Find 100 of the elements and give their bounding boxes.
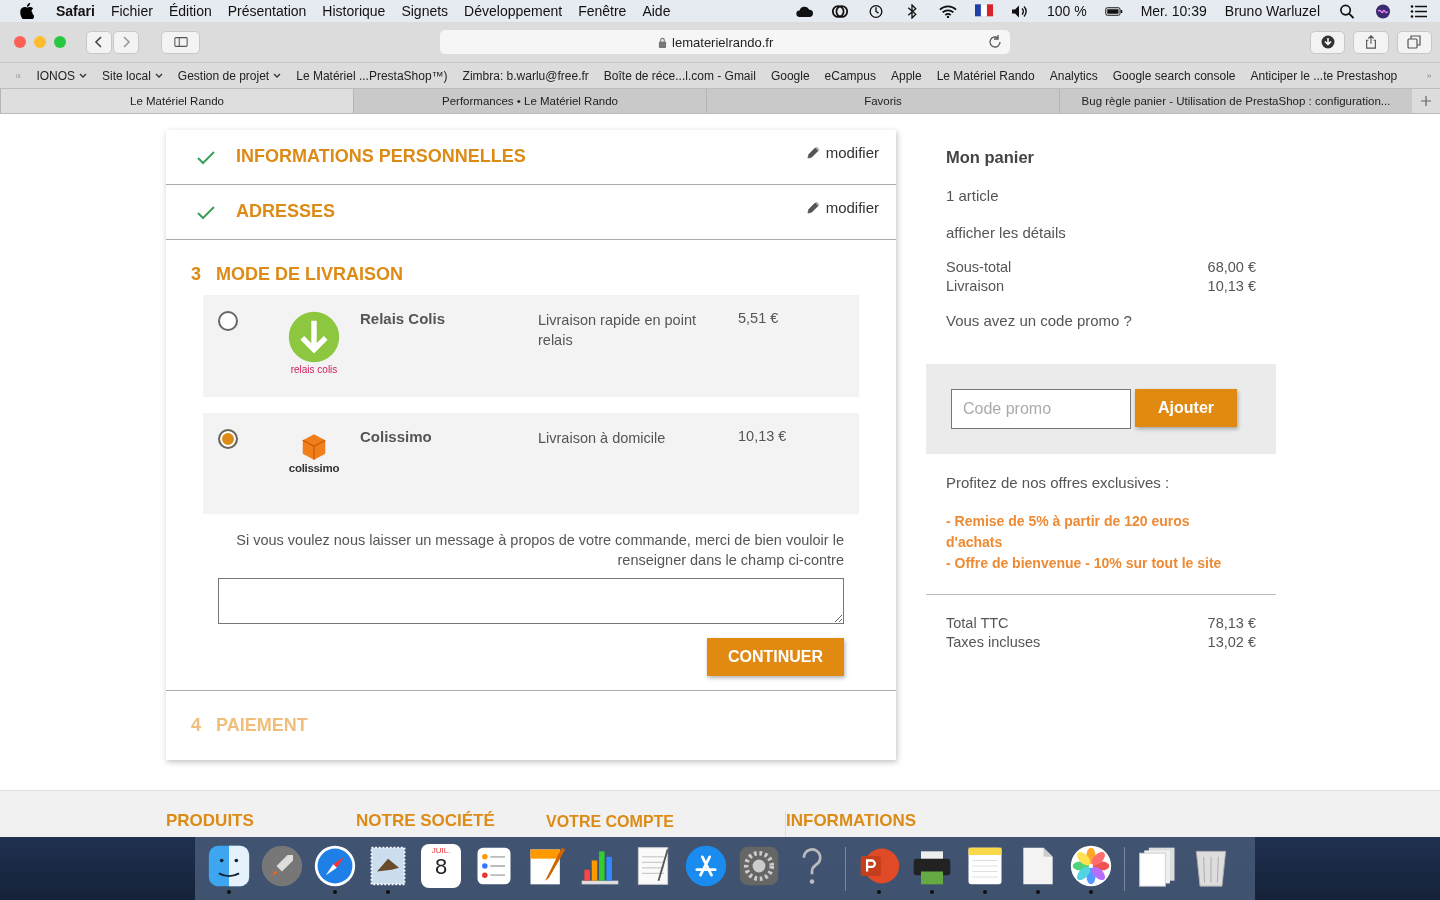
browser-tab[interactable]: Bug règle panier - Utilisation de PrestaShop : configuration... xyxy=(1059,89,1412,113)
carrier-name: Relais Colis xyxy=(359,310,447,327)
message-label: Si vous voulez nous laisser un message à propos de votre commande, merci de bien vouloir le renseigner dans le champ ci-contre xyxy=(235,531,844,570)
clock-text[interactable]: Mer. 10:39 xyxy=(1140,3,1207,19)
download-icon xyxy=(1320,35,1335,49)
bookmark-item[interactable]: Gestion de projet xyxy=(177,68,282,83)
face-icon[interactable] xyxy=(207,843,251,888)
carrier-option[interactable]: colissimo Colissimo Livraison à domicile 10,13 € xyxy=(203,413,859,514)
offer-text: - Remise de 5% à partir de 120 euros d'achats xyxy=(946,512,1191,552)
downloads-button[interactable] xyxy=(1310,30,1346,54)
browser-tab[interactable]: Favoris xyxy=(706,89,1059,113)
menu-item[interactable]: Développement xyxy=(464,3,563,19)
step-title: 3 MODE DE LIVRAISON xyxy=(190,264,405,285)
promo-question[interactable]: Vous avez un code promo ? xyxy=(946,312,1256,329)
offers-title: Profitez de nos offres exclusives : xyxy=(946,474,1171,491)
bookmark-item[interactable]: Site local xyxy=(102,68,163,83)
step-title: 4 PAIEMENT xyxy=(190,714,309,737)
wifi-icon[interactable] xyxy=(938,3,957,19)
logo-text: relais colis xyxy=(290,364,338,375)
footer-heading: VOTRE COMPTE xyxy=(546,813,675,832)
battery-percentage: 100 % xyxy=(1046,3,1087,19)
check-icon xyxy=(196,150,216,166)
reload-icon[interactable] xyxy=(988,35,1003,49)
chevron-left-icon xyxy=(94,35,104,49)
search-icon[interactable] xyxy=(1338,3,1356,19)
share-icon xyxy=(1364,35,1379,49)
logo-text: colissimo xyxy=(288,462,340,474)
pencil-icon xyxy=(806,201,820,214)
user-name[interactable]: Bruno Warluzel xyxy=(1224,3,1320,19)
rings-icon[interactable] xyxy=(830,3,849,19)
calendar-month: JUIL. xyxy=(431,845,451,855)
list-icon[interactable] xyxy=(1410,3,1428,19)
bookmark-item[interactable]: Google xyxy=(770,68,810,83)
radio-button[interactable] xyxy=(218,311,238,331)
menu-item[interactable]: Aide xyxy=(642,3,671,19)
bookmark-item[interactable]: Zimbra: b.warlu@free.fr xyxy=(462,68,589,83)
total-label: Total TTC xyxy=(946,615,1009,631)
menu-item[interactable]: Fenêtre xyxy=(578,3,627,19)
lock-icon xyxy=(658,36,668,48)
carrier-description: Livraison à domicile xyxy=(538,429,667,448)
bookmark-item[interactable]: Anticiper le ...te Prestashop xyxy=(1250,68,1398,83)
app-store-icon[interactable] xyxy=(684,843,728,888)
sidebar-button[interactable] xyxy=(161,30,201,54)
menu-item[interactable]: Édition xyxy=(168,3,212,19)
menu-item[interactable]: Fichier xyxy=(110,3,153,19)
bookmark-item[interactable]: Apple xyxy=(890,68,922,83)
plus-icon[interactable] xyxy=(1420,95,1432,107)
apple-icon[interactable] xyxy=(20,3,34,19)
app-menu[interactable]: Safari xyxy=(56,3,95,19)
carrier-name: Colissimo xyxy=(359,428,433,445)
bookmark-item[interactable]: Le Matériel ...PrestaShop™) xyxy=(296,68,448,83)
radio-button[interactable] xyxy=(218,429,238,449)
sidebar-icon xyxy=(173,35,188,49)
offer-text: - Offre de bienvenue - 10% sur tout le site xyxy=(946,554,1223,573)
item-count: 1 article xyxy=(946,187,1000,204)
menu-item[interactable]: Signets xyxy=(401,3,449,19)
calendar-icon[interactable]: JUIL. 8 xyxy=(421,843,461,888)
menu-item[interactable]: Présentation xyxy=(227,3,307,19)
line-label: Sous-total xyxy=(946,259,1012,275)
flag-icon[interactable] xyxy=(974,3,993,19)
bookmark-item[interactable]: Boîte de réce...l.com - Gmail xyxy=(603,68,756,83)
speaker-icon[interactable] xyxy=(1010,3,1029,19)
message-field[interactable] xyxy=(218,578,844,624)
edit-link[interactable]: modifier xyxy=(806,199,879,216)
siri-icon[interactable] xyxy=(1374,3,1392,19)
line-value: 10,13 € xyxy=(1207,278,1256,294)
share-button[interactable] xyxy=(1353,30,1389,54)
bookmark-item[interactable]: IONOS xyxy=(36,68,88,83)
edit-link[interactable]: modifier xyxy=(806,144,879,161)
back-button[interactable] xyxy=(86,30,112,54)
total-value: 13,02 € xyxy=(1207,634,1256,650)
total-value: 78,13 € xyxy=(1207,615,1256,631)
tabs-button[interactable] xyxy=(1396,30,1432,54)
details-link[interactable]: afficher les détails xyxy=(946,224,1256,241)
chevron-right-icon xyxy=(121,35,131,49)
line-label: Livraison xyxy=(946,278,1005,294)
line-value: 68,00 € xyxy=(1207,259,1256,275)
flower-icon[interactable] xyxy=(1069,843,1113,888)
check-icon xyxy=(196,205,216,221)
address-bar[interactable]: lematerielrando.fr xyxy=(440,30,1011,54)
footer-heading: PRODUITS xyxy=(166,811,255,832)
carrier-price: 5,51 € xyxy=(738,310,780,326)
bookmark-item[interactable]: Le Matériel Rando xyxy=(936,68,1035,83)
compass-icon[interactable] xyxy=(313,843,357,888)
bookmark-item[interactable]: Google search console xyxy=(1112,68,1236,83)
total-label: Taxes incluses xyxy=(946,634,1041,650)
bookmark-item[interactable]: Analytics xyxy=(1049,68,1098,83)
tabs-icon xyxy=(1407,35,1422,49)
clock-icon[interactable] xyxy=(866,3,885,19)
footer-heading: NOTRE SOCIÉTÉ xyxy=(356,811,496,832)
carrier-price: 10,13 € xyxy=(738,428,788,444)
url-text: lematerielrando.fr xyxy=(672,34,774,50)
cart-title: Mon panier xyxy=(946,148,1035,167)
pencil-icon xyxy=(806,146,820,159)
promo-code-field[interactable]: Code promo xyxy=(951,389,1131,429)
browser-tab[interactable]: Performances • Le Matériel Rando xyxy=(353,89,706,113)
carrier-option[interactable]: relais colis Relais Colis Livraison rapide en point relais 5,51 € xyxy=(203,295,859,397)
menu-item[interactable]: Historique xyxy=(322,3,386,19)
carrier-description: Livraison rapide en point relais xyxy=(538,311,697,350)
bookmark-item[interactable]: eCampus xyxy=(824,68,876,83)
